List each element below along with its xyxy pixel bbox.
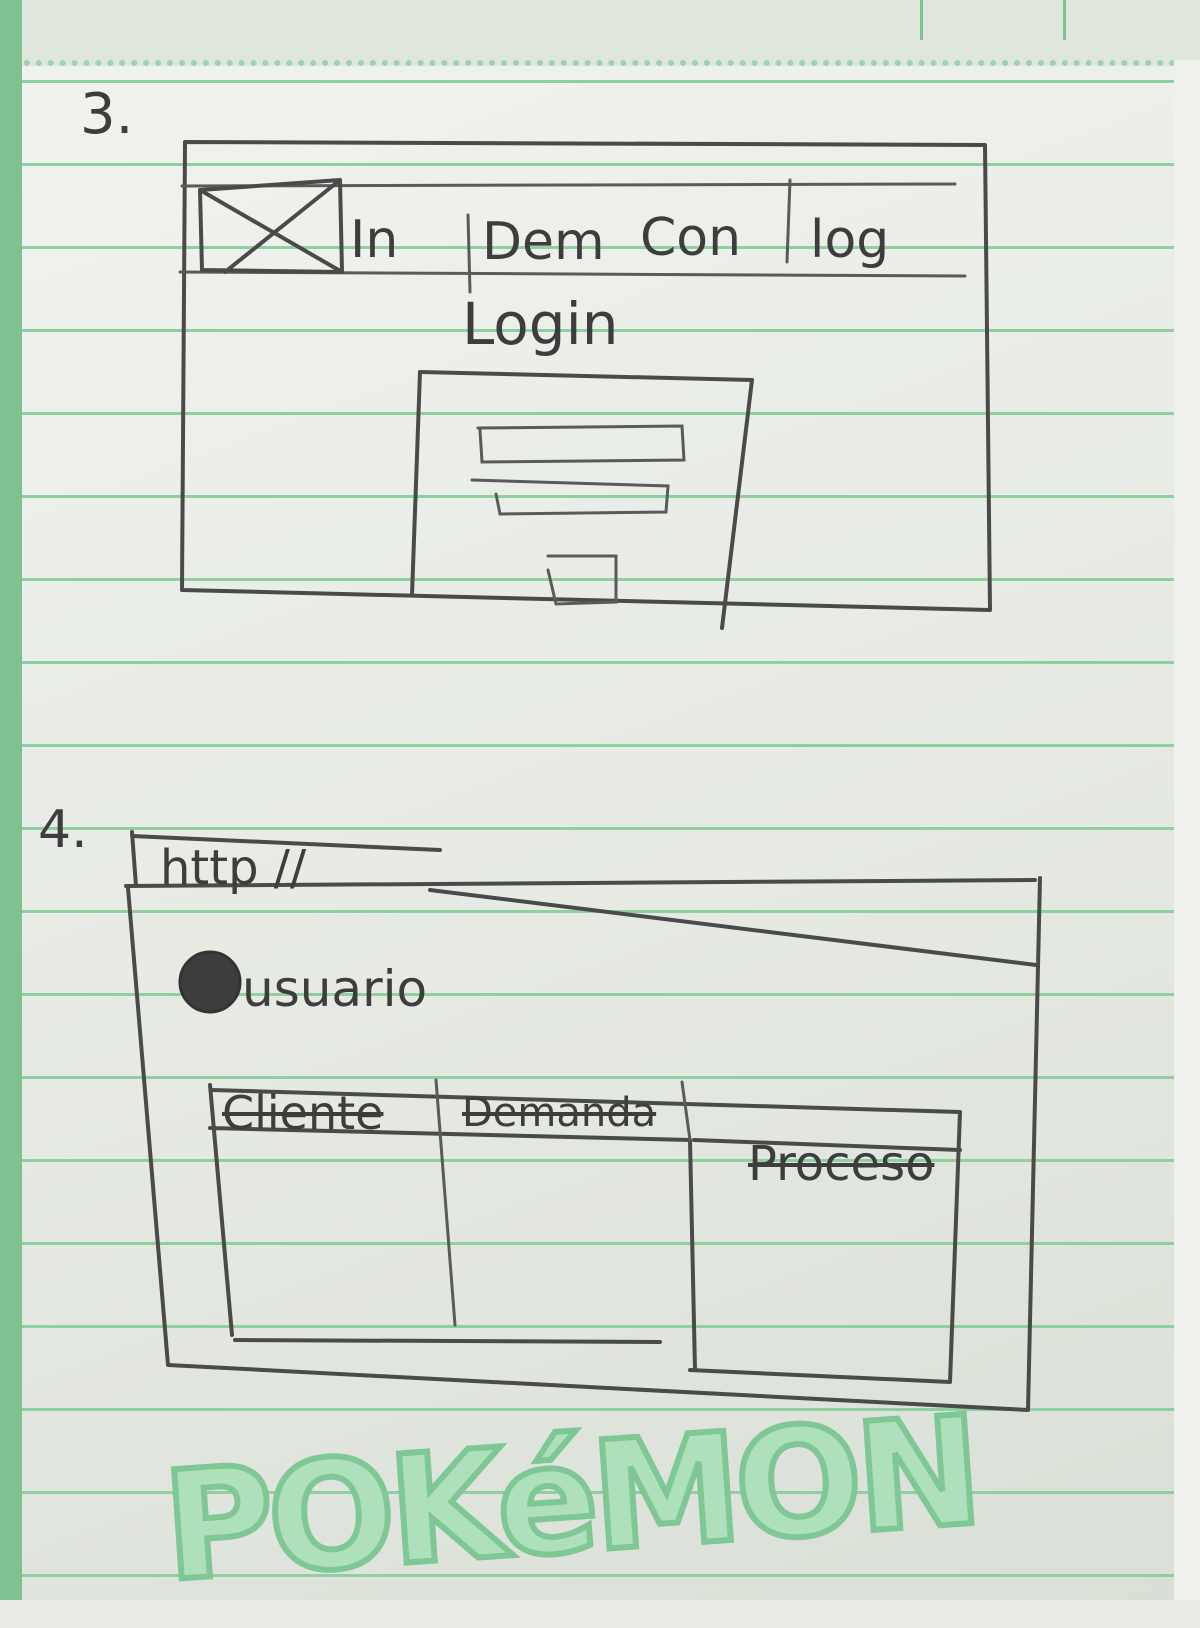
sketch-4-column-header: Proceso <box>748 1136 935 1192</box>
sketch-4-url-text: http // <box>160 840 307 896</box>
sketch-4-wireframe <box>124 830 1042 1412</box>
sketch-4-user-label: usuario <box>242 960 428 1018</box>
sketch-4-user-avatar <box>178 950 242 1014</box>
sketch-4-column-header: Cliente <box>222 1086 384 1140</box>
sketch-4-column-header: Demanda <box>462 1090 657 1136</box>
